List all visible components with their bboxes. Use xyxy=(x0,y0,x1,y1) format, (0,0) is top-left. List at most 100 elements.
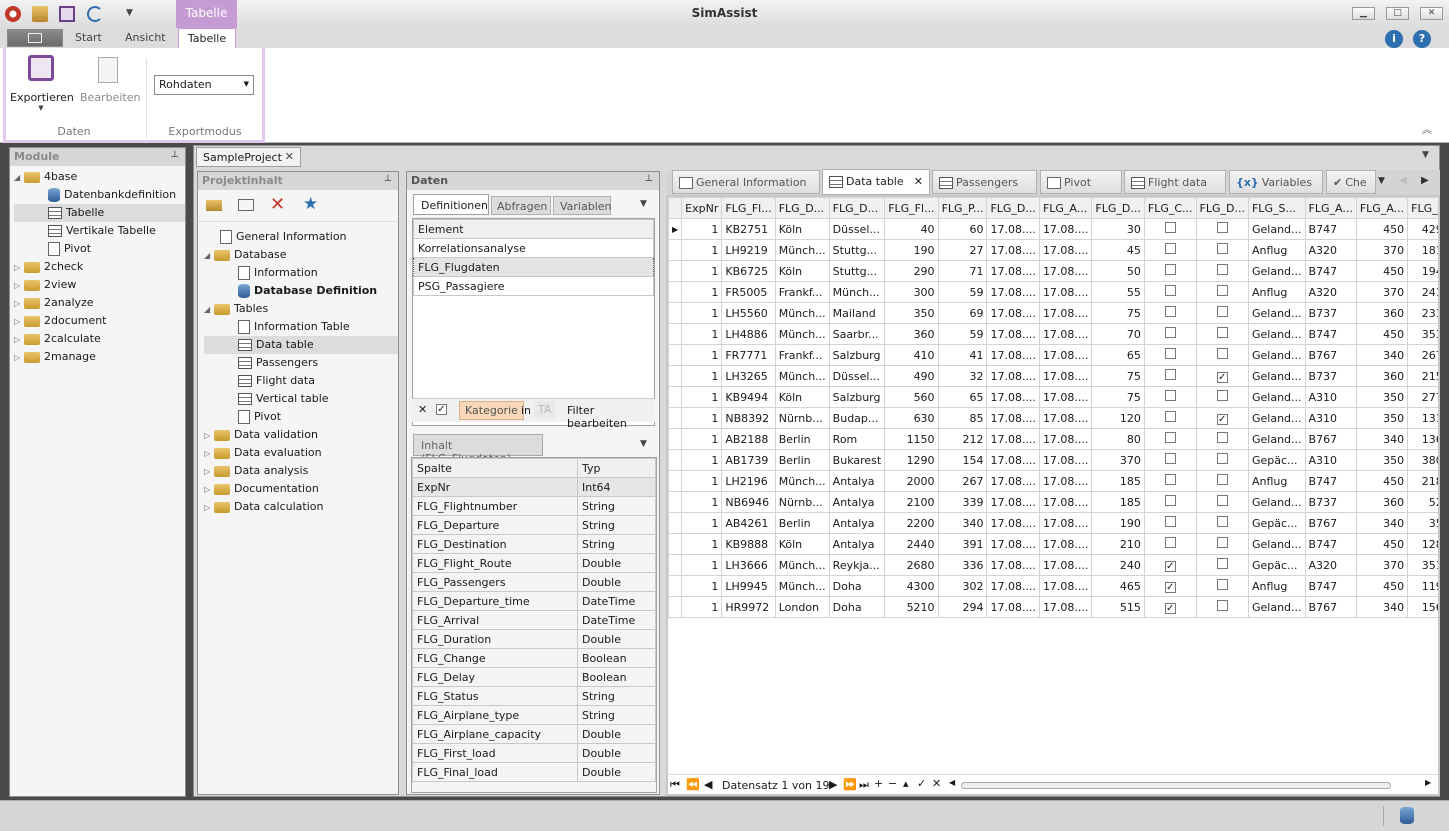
clear-filter-icon[interactable]: ✕ xyxy=(418,403,427,416)
row-indicator[interactable]: ▶ xyxy=(668,218,683,240)
table-cell[interactable]: 17.08.... xyxy=(986,302,1040,324)
content-row[interactable]: FLG_Departure String xyxy=(412,515,656,535)
table-cell[interactable]: 17.08.... xyxy=(986,218,1040,240)
table-cell[interactable]: 27708 xyxy=(1407,386,1438,408)
table-cell[interactable]: Berlin xyxy=(774,449,830,471)
table-cell[interactable]: 210 xyxy=(1091,533,1145,555)
boolean-cell[interactable] xyxy=(1195,281,1249,303)
unchecked-checkbox[interactable] xyxy=(1216,537,1228,548)
table-cell[interactable]: Doha xyxy=(828,596,886,618)
table-cell[interactable]: 360 xyxy=(1355,365,1409,387)
table-cell[interactable]: 515 xyxy=(1091,596,1145,618)
table-cell[interactable]: B767 xyxy=(1304,344,1357,366)
table-cell[interactable]: 17.08.... xyxy=(1038,554,1093,576)
table-cell[interactable]: 17.08.... xyxy=(1038,323,1093,345)
table-cell[interactable]: Geland... xyxy=(1247,407,1306,429)
table-cell[interactable]: 17.08.... xyxy=(1038,281,1093,303)
table-cell[interactable]: 12819 xyxy=(1407,533,1438,555)
boolean-cell[interactable] xyxy=(1195,323,1249,345)
cancel-icon[interactable]: ✕ xyxy=(932,777,941,790)
unchecked-checkbox[interactable] xyxy=(1216,495,1228,506)
tab-list-dropdown-icon[interactable]: ▼ xyxy=(1378,176,1385,186)
unchecked-checkbox[interactable] xyxy=(1216,390,1228,401)
table-cell[interactable]: 391 xyxy=(937,533,988,555)
scroll-tabs-left-icon[interactable]: ◀ xyxy=(1399,175,1407,186)
table-cell[interactable]: 80 xyxy=(1091,428,1145,450)
table-cell[interactable]: LH9945 xyxy=(721,575,776,597)
table-row[interactable]: 1 NB6946 Nürnb... Antalya 2100 339 17.08.... 17… xyxy=(668,491,1438,513)
table-cell[interactable]: 17.08.... xyxy=(986,491,1040,513)
table-cell[interactable]: 360 xyxy=(1355,302,1409,324)
horizontal-scrollbar[interactable] xyxy=(961,782,1391,789)
tree-item-tables[interactable]: ◢ Tables xyxy=(204,300,398,318)
unchecked-checkbox[interactable] xyxy=(1216,516,1228,527)
table-cell[interactable]: B767 xyxy=(1304,512,1357,534)
table-cell[interactable]: Anflug xyxy=(1247,239,1306,261)
table-cell[interactable]: 336 xyxy=(937,554,988,576)
boolean-cell[interactable] xyxy=(1143,239,1197,261)
table-cell[interactable]: 370 xyxy=(1355,281,1409,303)
boolean-cell[interactable] xyxy=(1143,344,1197,366)
boolean-cell[interactable] xyxy=(1195,512,1249,534)
unchecked-checkbox[interactable] xyxy=(1164,222,1176,233)
table-cell[interactable]: 17.08.... xyxy=(1038,470,1093,492)
table-cell[interactable]: Reykja... xyxy=(828,554,886,576)
table-cell[interactable]: 17.08.... xyxy=(1038,365,1093,387)
content-row[interactable]: FLG_Change Boolean xyxy=(412,648,656,668)
table-cell[interactable]: 17.08.... xyxy=(1038,575,1093,597)
tab-passengers[interactable]: Passengers xyxy=(932,170,1037,194)
table-cell[interactable]: Salzburg xyxy=(828,386,886,408)
collapse-ribbon-icon[interactable]: ︽ xyxy=(1422,121,1432,136)
table-cell[interactable]: Stuttg... xyxy=(828,239,886,261)
edit-filter-link[interactable]: Filter bearbeiten xyxy=(567,404,655,430)
table-cell[interactable]: 65 xyxy=(937,386,988,408)
row-indicator[interactable] xyxy=(668,575,683,597)
table-row[interactable]: 1 KB9494 Köln Salzburg 560 65 17.08.... 17.08..… xyxy=(668,386,1438,408)
table-cell[interactable]: 212 xyxy=(937,428,988,450)
table-cell[interactable]: Geland... xyxy=(1247,260,1306,282)
table-cell[interactable]: 240 xyxy=(1091,554,1145,576)
module-item-2view[interactable]: ▷ 2view xyxy=(14,276,185,294)
table-cell[interactable]: 370 xyxy=(1355,554,1409,576)
table-cell[interactable]: 17.08.... xyxy=(986,470,1040,492)
table-cell[interactable]: 11912 xyxy=(1407,575,1438,597)
table-cell[interactable]: 2100 xyxy=(884,491,939,513)
table-cell[interactable]: Düssel... xyxy=(828,365,886,387)
table-row[interactable]: 1 AB1739 Berlin Bukarest 1290 154 17.08.... 17.… xyxy=(668,449,1438,471)
table-cell[interactable]: 340 xyxy=(1355,344,1409,366)
table-cell[interactable]: 1 xyxy=(681,365,723,387)
close-button[interactable]: ✕ xyxy=(1420,7,1443,20)
table-cell[interactable]: 17.08.... xyxy=(1038,386,1093,408)
boolean-cell[interactable]: ✓ xyxy=(1143,596,1197,618)
boolean-cell[interactable] xyxy=(1143,218,1197,240)
unchecked-checkbox[interactable] xyxy=(1164,432,1176,443)
row-indicator[interactable] xyxy=(668,512,683,534)
tab-variablen[interactable]: Variablen xyxy=(553,196,612,215)
table-cell[interactable]: 38033 xyxy=(1407,449,1438,471)
maximize-button[interactable]: □ xyxy=(1386,7,1409,20)
table-row[interactable]: 1 LH5560 Münch... Mailand 350 69 17.08.... 17.0… xyxy=(668,302,1438,324)
minimize-button[interactable]: ▁ xyxy=(1352,7,1375,20)
table-cell[interactable]: 17.08.... xyxy=(986,260,1040,282)
row-indicator[interactable] xyxy=(668,428,683,450)
tab-ansicht[interactable]: Ansicht xyxy=(125,31,166,44)
table-cell[interactable]: Antalya xyxy=(828,491,886,513)
table-cell[interactable]: Saarbr... xyxy=(828,323,886,345)
checked-checkbox[interactable]: ✓ xyxy=(1164,560,1176,572)
table-row[interactable]: 1 KB9888 Köln Antalya 2440 391 17.08.... 17.08.… xyxy=(668,533,1438,555)
boolean-cell[interactable] xyxy=(1143,302,1197,324)
table-row[interactable]: 1 LH3265 Münch... Düssel... 490 32 17.08.... 17… xyxy=(668,365,1438,387)
table-cell[interactable]: 190 xyxy=(884,239,939,261)
boolean-cell[interactable] xyxy=(1143,470,1197,492)
table-cell[interactable]: 17.08.... xyxy=(986,344,1040,366)
table-cell[interactable]: Köln xyxy=(774,533,830,555)
table-cell[interactable]: Berlin xyxy=(774,512,830,534)
table-cell[interactable]: 340 xyxy=(1355,428,1409,450)
table-cell[interactable]: Geland... xyxy=(1247,302,1306,324)
help-icon[interactable]: ? xyxy=(1413,30,1431,48)
table-cell[interactable]: Geland... xyxy=(1247,386,1306,408)
column-header[interactable]: ExpNr xyxy=(681,197,723,219)
table-cell[interactable]: 370 xyxy=(1355,239,1409,261)
table-cell[interactable]: B747 xyxy=(1304,218,1357,240)
table-cell[interactable]: FR7771 xyxy=(721,344,776,366)
